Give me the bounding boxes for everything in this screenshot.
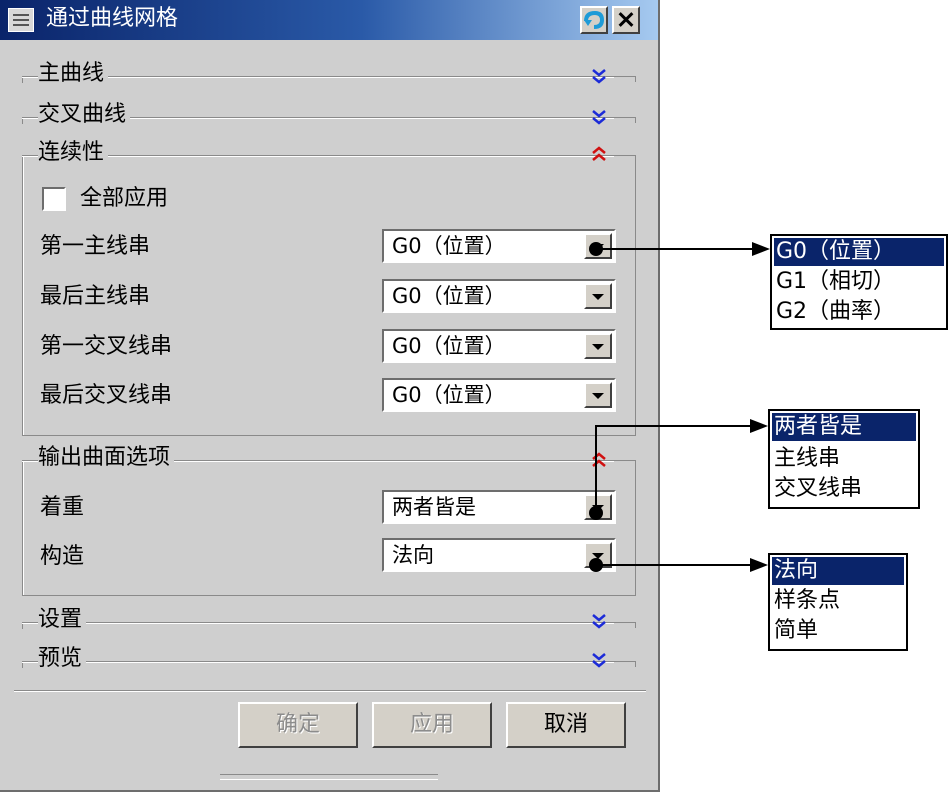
emphasis-select[interactable]: 两者皆是	[382, 490, 616, 524]
list-item[interactable]: G2（曲率）	[774, 298, 944, 326]
list-item[interactable]: 两者皆是	[772, 413, 916, 441]
section-label: 交叉曲线	[38, 102, 131, 128]
last-primary-select[interactable]: G0（位置）	[382, 279, 616, 313]
last-cross-label: 最后交叉线串	[40, 383, 173, 408]
title-bar[interactable]: 通过曲线网格	[0, 0, 658, 40]
back-icon[interactable]	[580, 6, 608, 34]
emphasis-options-list: 两者皆是 主线串 交叉线串	[768, 409, 920, 509]
first-cross-select[interactable]: G0（位置）	[382, 329, 616, 363]
connector-line	[596, 248, 752, 250]
first-cross-label: 第一交叉线串	[40, 334, 173, 359]
construction-options-list: 法向 样条点 简单	[768, 553, 908, 651]
cancel-button[interactable]: 取消	[506, 702, 626, 748]
continuity-options-list: G0（位置） G1（相切） G2（曲率）	[770, 234, 948, 330]
chevron-down-icon[interactable]	[584, 382, 612, 408]
separator	[14, 690, 646, 692]
section-label[interactable]: 输出曲面选项	[38, 445, 175, 471]
chevron-up-icon[interactable]	[590, 451, 608, 469]
emphasis-label: 着重	[40, 495, 85, 520]
section-label: 设置	[38, 607, 87, 633]
connector-line	[595, 425, 751, 427]
select-value: G0（位置）	[392, 284, 506, 308]
select-value: G0（位置）	[392, 234, 506, 258]
connector-line	[595, 425, 597, 513]
select-value: G0（位置）	[392, 334, 506, 358]
section-label: 预览	[38, 646, 87, 672]
arrow-icon	[750, 558, 768, 572]
section-label[interactable]: 连续性	[38, 140, 109, 166]
chevron-down-icon[interactable]	[584, 283, 612, 309]
construction-select[interactable]: 法向	[382, 538, 616, 572]
last-cross-select[interactable]: G0（位置）	[382, 378, 616, 412]
construction-label: 构造	[40, 544, 85, 569]
list-item[interactable]: 交叉线串	[772, 475, 916, 503]
first-primary-select[interactable]: G0（位置）	[382, 229, 616, 263]
arrow-icon	[750, 419, 768, 433]
list-item[interactable]: 主线串	[772, 445, 916, 473]
list-item[interactable]: G0（位置）	[774, 238, 944, 266]
apply-all-checkbox[interactable]	[42, 187, 66, 211]
apply-button[interactable]: 应用	[372, 702, 492, 748]
section-label: 主曲线	[38, 61, 109, 87]
arrow-icon	[752, 242, 770, 256]
menu-icon[interactable]	[8, 8, 34, 32]
dialog-window: 通过曲线网格 主曲线 交叉曲线 连续性 全部应用 第一主线串 G0（位置） 最后…	[0, 0, 660, 792]
select-value: 两者皆是	[392, 495, 476, 519]
list-item[interactable]: 样条点	[772, 587, 904, 615]
chevron-down-icon[interactable]	[590, 651, 608, 669]
select-value: G0（位置）	[392, 383, 506, 407]
apply-all-label: 全部应用	[80, 186, 169, 211]
chevron-down-icon[interactable]	[584, 333, 612, 359]
chevron-down-icon[interactable]	[590, 108, 608, 126]
ok-button[interactable]: 确定	[238, 702, 358, 748]
resize-grip[interactable]	[220, 774, 438, 780]
window-title: 通过曲线网格	[46, 6, 179, 31]
select-value: 法向	[392, 543, 434, 567]
close-icon[interactable]	[612, 6, 640, 34]
connector-line	[596, 564, 750, 566]
last-primary-label: 最后主线串	[40, 284, 151, 309]
list-item[interactable]: 法向	[772, 557, 904, 585]
first-primary-label: 第一主线串	[40, 234, 151, 259]
chevron-down-icon[interactable]	[590, 67, 608, 85]
list-item[interactable]: 简单	[772, 617, 904, 645]
chevron-up-icon[interactable]	[590, 145, 608, 163]
list-item[interactable]: G1（相切）	[774, 268, 944, 296]
chevron-down-icon[interactable]	[590, 612, 608, 630]
